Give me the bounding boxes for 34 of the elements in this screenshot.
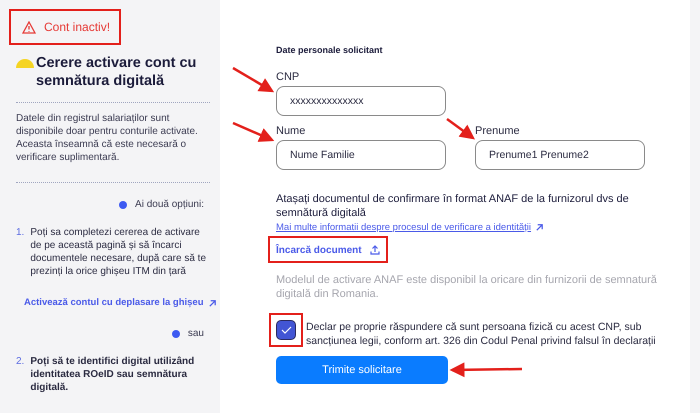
submit-button[interactable]: Trimite solicitare	[276, 356, 448, 384]
field-label: Prenume	[475, 124, 521, 138]
external-link-icon	[208, 298, 217, 308]
options-label: sau	[188, 327, 204, 342]
annotation-arrow	[232, 66, 274, 92]
annotation-arrow	[446, 118, 476, 140]
annotation-frame	[269, 313, 303, 347]
upload-link[interactable]: Încarcă document	[276, 242, 380, 258]
text-field[interactable]: Prenume1 Prenume2	[475, 140, 645, 170]
declaration-text: Declar pe proprie răspundere că sunt persoana fizică cu acest CNP, sub sancțiunea legii, conform art. 326 din Codul Penal privind falsul în declarații	[306, 320, 657, 348]
text-field[interactable]: Nume Familie	[276, 140, 446, 170]
annotation-arrow	[232, 122, 274, 142]
option-text: Poți sa completezi cererea de activare de pe această pagină și să încarci documentele necesare, după care să te prezinți la orice ghișeu ITM din țară	[30, 226, 208, 278]
intro-text: Datele din registrul salariaților sunt disponibile doar pentru conturile activate. Aceasta înseamnă că este necesară o verificare suplimentară.	[16, 112, 199, 164]
helmet-icon	[16, 59, 34, 68]
list-number: 1.	[16, 226, 24, 240]
availability-note: Modelul de activare ANAF este disponibil la oricare din furnizorii de semnatură digitală din Romania.	[276, 272, 658, 301]
attach-instructions: Atașați documentul de confirmare în format ANAF de la furnizorul dvs de semnătură digitală	[276, 192, 630, 220]
info-link[interactable]: Mai multe informatii despre procesul de verificare a identității	[276, 220, 544, 235]
list-number: 2.	[16, 355, 24, 370]
options-label: Ai două opțiuni:	[135, 198, 204, 212]
alert-text: Cont inactiv!	[44, 19, 110, 36]
page-title: Cerere activare cont cu semnătura digitală	[36, 54, 198, 90]
check-icon	[280, 326, 292, 334]
section-title: Date personale solicitant	[276, 44, 384, 57]
field-label: CNP	[276, 70, 300, 84]
visit-office-link[interactable]: Activează contul cu deplasare la ghișeu	[24, 296, 217, 310]
external-link-icon	[535, 223, 544, 232]
option-text: Poți să te identifici digital utilizând identitatea ROeID sau semnătura digitală.	[30, 355, 196, 394]
upload-icon	[370, 245, 380, 256]
field-label: Nume	[276, 124, 306, 138]
checkbox[interactable]	[276, 320, 296, 340]
text-field[interactable]: xxxxxxxxxxxxxx	[276, 86, 446, 116]
warning-icon	[22, 20, 36, 34]
